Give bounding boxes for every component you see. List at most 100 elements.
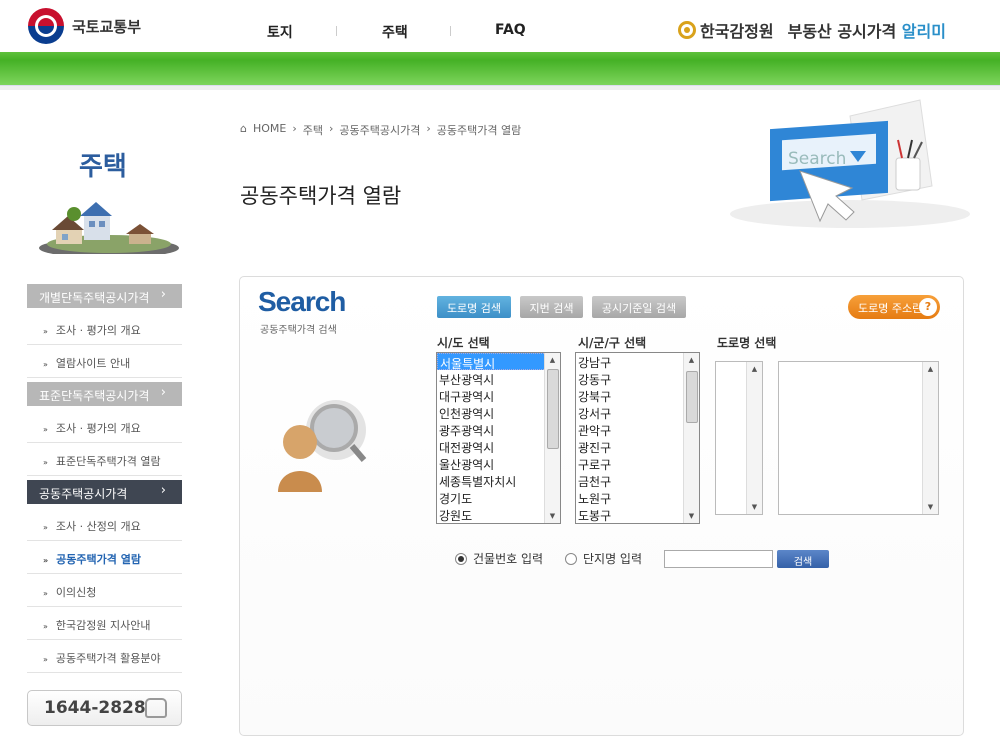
menu-item-usage[interactable]: » 공동주택가격 활용분야 <box>27 640 182 673</box>
breadcrumb-apartment[interactable]: 공동주택공시가격 <box>339 122 420 138</box>
sido-scrollbar[interactable]: ▲ ▼ <box>544 353 560 523</box>
menu-item-objection[interactable]: » 이의신청 <box>27 574 182 607</box>
scroll-up-icon[interactable]: ▲ <box>545 353 560 367</box>
sido-option[interactable]: 대구광역시 <box>437 387 560 404</box>
sido-option[interactable]: 인천광역시 <box>437 404 560 421</box>
sigungu-option[interactable]: 도봉구 <box>576 506 699 523</box>
scroll-thumb[interactable] <box>547 369 559 449</box>
menu-item-individual-overview[interactable]: » 조사 · 평가의 개요 <box>27 312 182 345</box>
agency-logo[interactable]: 한국감정원 부동산 공시가격 알리미 <box>678 18 946 42</box>
nav-land[interactable]: 토지 <box>267 22 293 42</box>
menu-item-branch-info[interactable]: » 한국감정원 지사안내 <box>27 607 182 640</box>
scroll-up-icon[interactable]: ▲ <box>923 362 938 376</box>
road-initial-scrollbar[interactable]: ▲ ▼ <box>746 362 762 514</box>
menu-group-standard-house[interactable]: 표준단독주택공시가격 › <box>27 382 182 406</box>
taeguk-icon <box>28 8 64 44</box>
bullet-icon: » <box>43 556 49 565</box>
sido-option[interactable]: 세종특별자치시 <box>437 472 560 489</box>
menu-item-standard-overview[interactable]: » 조사 · 평가의 개요 <box>27 410 182 443</box>
menu-item-individual-sites[interactable]: » 열람사이트 안내 <box>27 345 182 378</box>
sido-option[interactable]: 광주광역시 <box>437 421 560 438</box>
bullet-icon: » <box>43 622 48 631</box>
road-name-listbox[interactable]: ▲ ▼ <box>778 361 939 515</box>
telephone-icon <box>145 698 167 718</box>
help-icon: ? <box>919 298 937 316</box>
green-banner <box>0 52 1000 86</box>
agency-mark-icon <box>678 21 696 39</box>
radio-dot[interactable] <box>565 552 577 565</box>
sigungu-option[interactable]: 구로구 <box>576 455 699 472</box>
radio-building-number[interactable]: 건물번호 입력 <box>455 550 543 567</box>
sigungu-listbox[interactable]: 강남구 강동구 강북구 강서구 관악구 광진구 구로구 금천구 노원구 도봉구 … <box>575 352 700 524</box>
sigungu-option[interactable]: 관악구 <box>576 421 699 438</box>
home-icon: ⌂ <box>240 122 247 135</box>
illustration-search-label: Search <box>788 149 846 169</box>
breadcrumb-housing[interactable]: 주택 <box>303 122 323 138</box>
sigungu-option[interactable]: 강남구 <box>576 353 699 370</box>
nav-faq[interactable]: FAQ <box>495 22 526 38</box>
search-input[interactable] <box>664 550 773 568</box>
road-initial-listbox[interactable]: ▲ ▼ <box>715 361 763 515</box>
road-label: 도로명 선택 <box>717 336 777 350</box>
sigungu-option[interactable]: 강동구 <box>576 370 699 387</box>
sigungu-option[interactable]: 강북구 <box>576 387 699 404</box>
sigungu-option[interactable]: 강서구 <box>576 404 699 421</box>
breadcrumb-separator: › <box>329 122 334 135</box>
menu-group-apartment[interactable]: 공동주택공시가격 › <box>27 480 182 504</box>
sido-option[interactable]: 울산광역시 <box>437 455 560 472</box>
top-header: 국토교통부 토지 주택 FAQ 한국감정원 부동산 공시가격 알리미 <box>0 0 1000 52</box>
sidebar-title: 주택 <box>79 152 127 182</box>
scroll-up-icon[interactable]: ▲ <box>747 362 762 376</box>
agency-name: 한국감정원 <box>700 22 774 41</box>
scroll-up-icon[interactable]: ▲ <box>684 353 699 367</box>
menu-item-apartment-view[interactable]: » 공동주택가격 열람 <box>27 541 182 574</box>
sigungu-option[interactable]: 금천구 <box>576 472 699 489</box>
menu-group-individual-house[interactable]: 개별단독주택공시가격 › <box>27 284 182 308</box>
search-button[interactable]: 검색 <box>777 550 829 568</box>
ministry-logo[interactable]: 국토교통부 <box>28 8 141 44</box>
search-screen-illustration: Search <box>730 99 970 228</box>
breadcrumb-current[interactable]: 공동주택가격 열람 <box>437 122 521 138</box>
page-title: 공동주택가격 열람 <box>240 184 402 208</box>
breadcrumb-home[interactable]: HOME <box>253 122 286 138</box>
chevron-right-icon: › <box>160 483 166 498</box>
tab-base-date[interactable]: 공시기준일 검색 <box>592 296 686 318</box>
sido-option[interactable]: 부산광역시 <box>437 370 560 387</box>
scroll-down-icon[interactable]: ▼ <box>747 500 762 514</box>
scroll-down-icon[interactable]: ▼ <box>684 509 699 523</box>
bullet-icon: » <box>43 655 48 664</box>
sido-option[interactable]: 강원도 <box>437 506 560 523</box>
bullet-icon: » <box>43 360 48 369</box>
nav-housing[interactable]: 주택 <box>382 22 408 42</box>
sido-listbox[interactable]: 서울특별시 부산광역시 대구광역시 인천광역시 광주광역시 대전광역시 울산광역… <box>436 352 561 524</box>
breadcrumb: ⌂ HOME › 주택 › 공동주택공시가격 › 공동주택가격 열람 <box>240 122 521 138</box>
road-name-scrollbar[interactable]: ▲ ▼ <box>922 362 938 514</box>
sigungu-option[interactable]: 광진구 <box>576 438 699 455</box>
scroll-thumb[interactable] <box>686 371 698 423</box>
chevron-right-icon: › <box>160 287 166 302</box>
bullet-icon: » <box>43 327 48 336</box>
phone-box: 1644-2828 <box>27 690 182 726</box>
sigungu-label: 시/군/구 선택 <box>578 336 647 350</box>
tab-lot-number[interactable]: 지번 검색 <box>520 296 583 318</box>
tab-road-name[interactable]: 도로명 검색 <box>437 296 511 318</box>
scroll-down-icon[interactable]: ▼ <box>923 500 938 514</box>
menu-item-standard-view[interactable]: » 표준단독주택가격 열람 <box>27 443 182 476</box>
sigungu-scrollbar[interactable]: ▲ ▼ <box>683 353 699 523</box>
scroll-down-icon[interactable]: ▼ <box>545 509 560 523</box>
radio-complex-name[interactable]: 단지명 입력 <box>565 550 642 567</box>
sido-label: 시/도 선택 <box>437 336 490 350</box>
sido-option[interactable]: 경기도 <box>437 489 560 506</box>
search-subheading: 공동주택가격 검색 <box>260 325 337 336</box>
road-address-button[interactable]: 도로명 주소란? <box>848 295 940 319</box>
person-magnifier-icon <box>278 400 367 492</box>
radio-dot[interactable] <box>455 552 467 565</box>
sido-option[interactable]: 서울특별시 <box>437 353 560 371</box>
breadcrumb-separator: › <box>426 122 431 135</box>
menu-item-apartment-overview[interactable]: » 조사 · 산정의 개요 <box>27 508 182 541</box>
service-name: 부동산 공시가격 알리미 <box>787 22 946 41</box>
search-heading: Search <box>258 286 346 317</box>
ministry-name: 국토교통부 <box>72 17 142 36</box>
sigungu-option[interactable]: 노원구 <box>576 489 699 506</box>
sido-option[interactable]: 대전광역시 <box>437 438 560 455</box>
